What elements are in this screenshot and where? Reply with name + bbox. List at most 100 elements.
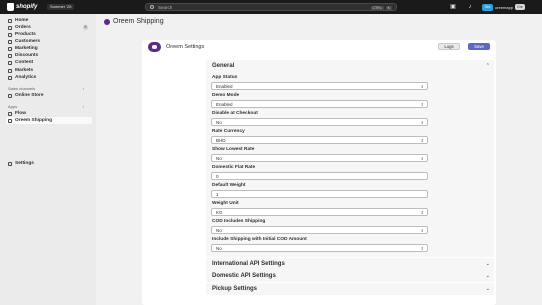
domestic-flat-rate-input[interactable]: 0 [211, 172, 428, 180]
field-value: BHD [216, 137, 226, 143]
field-label: COD Includes Shipping [212, 219, 266, 224]
shopify-logo[interactable]: shopify [7, 3, 37, 11]
international-header[interactable]: International API Settings ⌄ [206, 258, 494, 269]
sidebar-item-flow[interactable]: Flow [6, 110, 92, 117]
sidebar-item-analytics[interactable]: Analytics [6, 74, 92, 81]
default-weight-input[interactable]: 1 [211, 190, 428, 198]
sidebar-item-label: Orders [15, 25, 31, 30]
rate-currency-select[interactable]: BHD ⇕ [211, 136, 428, 144]
include-shipping-initial-cod-select[interactable]: No ⇕ [211, 244, 428, 252]
card-header: Oreem Settings [148, 42, 204, 52]
chevron-down-icon: ⌄ [485, 285, 490, 292]
field-value: 0 [216, 173, 219, 179]
sidebar-item-products[interactable]: Products [6, 31, 92, 38]
pickup-header[interactable]: Pickup Settings ⌄ [206, 283, 494, 294]
field-label: Default Weight [212, 183, 246, 188]
chevron-down-icon: ⌄ [485, 260, 490, 267]
sidebar-item-oreem-shipping[interactable]: Oreem Shipping [6, 117, 92, 124]
store-menu[interactable]: Ore oreemapp Ore [482, 3, 525, 11]
sidebar-item-marketing[interactable]: Marketing [6, 45, 92, 52]
app-header: Oreem Shipping [104, 18, 164, 25]
field-value: 1 [216, 191, 219, 197]
sidebar-item-online-store[interactable]: Online Store [6, 92, 92, 99]
shortcut-ctrl: CTRL [370, 5, 384, 11]
home-icon [8, 18, 12, 23]
select-chevron-icon: ⇕ [420, 245, 424, 251]
field-label: Rate Currency [212, 129, 245, 134]
sidebar-item-label: Marketing [15, 46, 38, 51]
field-value: KG [216, 209, 223, 215]
section-title: Domestic API Settings [212, 272, 276, 279]
sidebar-item-content[interactable]: Content [6, 59, 92, 66]
field-value: No [216, 245, 222, 251]
chevron-right-icon[interactable]: › [83, 104, 84, 109]
sidebar-item-orders[interactable]: Orders 5 [6, 24, 92, 31]
pickup-panel[interactable]: Pickup Settings ⌄ [206, 283, 494, 295]
sidebar-item-customers[interactable]: Customers [6, 38, 92, 45]
international-panel[interactable]: International API Settings ⌄ [206, 258, 494, 270]
section-title: General [212, 62, 235, 69]
sidebar-item-label: Content [15, 60, 34, 65]
select-chevron-icon: ⇕ [420, 137, 424, 143]
select-chevron-icon: ⇕ [420, 119, 424, 125]
weight-unit-select[interactable]: KG ⇕ [211, 208, 428, 216]
sidebar-item-label: Home [15, 18, 29, 23]
app-status-select[interactable]: Enabled ⇕ [211, 82, 428, 90]
inbox-icon[interactable]: ▣ [450, 4, 456, 10]
field-label: App Status [212, 75, 238, 80]
app-logo-icon [104, 18, 110, 25]
sidebar-item-markets[interactable]: Markets [6, 67, 92, 74]
section-title: Pickup Settings [212, 285, 258, 292]
domestic-header[interactable]: Domestic API Settings ⌄ [206, 270, 494, 281]
discount-icon [8, 53, 12, 58]
sidebar-item-label: Markets [15, 68, 34, 73]
select-chevron-icon: ⇕ [420, 155, 424, 161]
chevron-up-icon: ⌃ [485, 62, 490, 69]
field-value: Enabled [216, 101, 233, 107]
orders-icon [8, 25, 12, 30]
sidebar-item-discounts[interactable]: Discounts [6, 52, 92, 59]
store-icon [8, 93, 12, 98]
show-lowest-rate-select[interactable]: No ⇕ [211, 154, 428, 162]
apps-heading: Apps [8, 104, 18, 109]
sidebar-item-settings[interactable]: Settings [6, 160, 92, 167]
search-icon [150, 5, 154, 9]
content-icon [8, 60, 12, 65]
person-icon [8, 39, 12, 44]
field-label: Disable at Checkout [212, 111, 258, 116]
field-label: Weight Unit [212, 201, 239, 206]
save-button[interactable]: Save [468, 43, 490, 50]
edition-badge[interactable]: Summer '25 [47, 4, 75, 10]
select-chevron-icon: ⇕ [420, 83, 424, 89]
globe-icon [8, 68, 12, 73]
bell-icon[interactable]: ♪ [467, 4, 473, 10]
shopify-bag-icon [7, 3, 14, 11]
sidebar-item-label: Online Store [15, 93, 44, 98]
general-header[interactable]: General ⌃ [206, 60, 494, 71]
disable-at-checkout-select[interactable]: No ⇕ [211, 118, 428, 126]
main-area: Oreem Shipping Oreem Settings Logs Save … [96, 14, 542, 305]
sidebar-item-label: Customers [15, 39, 41, 44]
sidebar: Home Orders 5 Products Customers Marketi… [0, 14, 96, 305]
shortcut-k: K [385, 5, 392, 11]
chevron-right-icon[interactable]: › [83, 86, 84, 91]
gear-icon [8, 161, 12, 166]
store-name-badge: Ore [515, 4, 525, 10]
search-placeholder: Search [158, 4, 173, 10]
search-input[interactable]: Search CTRL K [145, 3, 397, 11]
cod-includes-shipping-select[interactable]: No ⇕ [211, 226, 428, 234]
demo-mode-select[interactable]: Enabled ⇕ [211, 100, 428, 108]
sidebar-item-home[interactable]: Home [6, 17, 92, 24]
field-label: Show Lowest Rate [212, 147, 255, 152]
sales-channels-heading: Sales channels [8, 86, 36, 91]
card-title: Oreem Settings [166, 44, 205, 50]
sidebar-item-label: Products [15, 32, 36, 37]
select-chevron-icon: ⇕ [420, 209, 424, 215]
orders-count-badge: 5 [83, 25, 88, 30]
flow-icon [8, 111, 12, 116]
store-name: oreemapp [495, 4, 514, 10]
logs-button[interactable]: Logs [438, 43, 460, 50]
sidebar-item-label: Oreem Shipping [15, 118, 53, 123]
domestic-panel[interactable]: Domestic API Settings ⌄ [206, 270, 494, 282]
settings-card: Oreem Settings Logs Save General ⌃ App S… [142, 40, 496, 305]
